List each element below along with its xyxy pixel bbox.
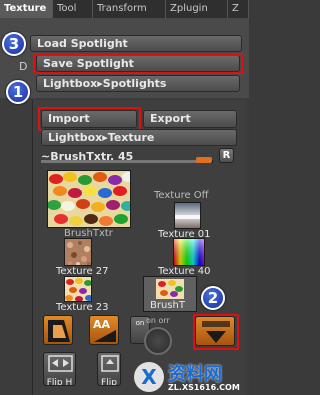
flip-h-button[interactable]: Flip H (43, 352, 76, 386)
flip-h-label: Flip H (46, 378, 73, 386)
jellybeans-image (48, 171, 130, 227)
antialias-button[interactable]: AA (89, 315, 119, 345)
texture-23-image (65, 277, 91, 301)
tab-tool[interactable]: Tool (53, 0, 93, 18)
import-highlight (38, 107, 141, 131)
flip-v-label: Flip (101, 378, 117, 386)
save-spotlight-highlight (33, 54, 243, 74)
thumbnail-texture-27[interactable] (64, 238, 92, 266)
tab-texture[interactable]: Texture (0, 0, 53, 18)
watermark: X 资料网 ZL.XS1616.COM (132, 360, 249, 395)
tab-transform[interactable]: Transform (93, 0, 166, 18)
thumbnail-texture-23[interactable] (64, 276, 92, 302)
texture-40-image (174, 239, 204, 265)
brush-texture-slider-knob[interactable] (196, 157, 212, 163)
texture-27-image (65, 239, 91, 265)
thumbnail-brushtxtr[interactable] (47, 170, 131, 228)
lightbox-spotlights-button[interactable]: Lightbox▸Spotlights (36, 75, 240, 92)
corner-shape-icon (48, 320, 70, 342)
antialias-icon (94, 330, 116, 342)
brush-texture-slider-label: ~BrushTxtr. 45 (41, 150, 213, 163)
svg-text:X: X (141, 365, 157, 389)
thumbnail-label-texture-23: Texture 23 (56, 302, 109, 313)
badge-3: 3 (2, 32, 26, 56)
flip-vertical-icon (101, 355, 119, 372)
orr-label: on orr (146, 316, 170, 325)
lightbox-texture-button[interactable]: Lightbox▸Texture (41, 129, 237, 146)
spotlight-panel: S D Load Spotlight Save Spotlight Lightb… (0, 18, 249, 98)
mode-orange-button[interactable] (43, 315, 73, 345)
thumbnail-label-texture-off[interactable]: Texture Off (154, 190, 209, 201)
app-root: Texture Tool Transform Zplugin Z S D Loa… (0, 0, 249, 395)
top-tab-bar: Texture Tool Transform Zplugin Z (0, 0, 249, 18)
load-spotlight-button[interactable]: Load Spotlight (30, 35, 242, 52)
tab-zplugin[interactable]: Zplugin (166, 0, 228, 18)
badge-2: 2 (201, 286, 225, 310)
thumbnail-label-brusht: BrushT (150, 300, 185, 311)
flip-horizontal-icon (48, 355, 73, 372)
texture-button-highlight (193, 314, 239, 350)
reset-button[interactable]: R (219, 148, 234, 163)
brush-texture-slider[interactable] (41, 160, 213, 163)
tab-z[interactable]: Z (228, 0, 249, 18)
texture-01-image (175, 203, 200, 228)
watermark-url: ZL.XS1616.COM (168, 383, 240, 392)
badge-1: 1 (6, 80, 30, 104)
thumbnail-texture-40[interactable] (173, 238, 205, 266)
watermark-logo-icon: X (134, 362, 164, 392)
rotate-dial[interactable] (144, 327, 172, 355)
export-button[interactable]: Export (143, 110, 237, 128)
thumbnail-texture-01[interactable] (174, 202, 201, 229)
side-letter-d: D (19, 60, 28, 73)
flip-v-button[interactable]: Flip (97, 352, 121, 386)
